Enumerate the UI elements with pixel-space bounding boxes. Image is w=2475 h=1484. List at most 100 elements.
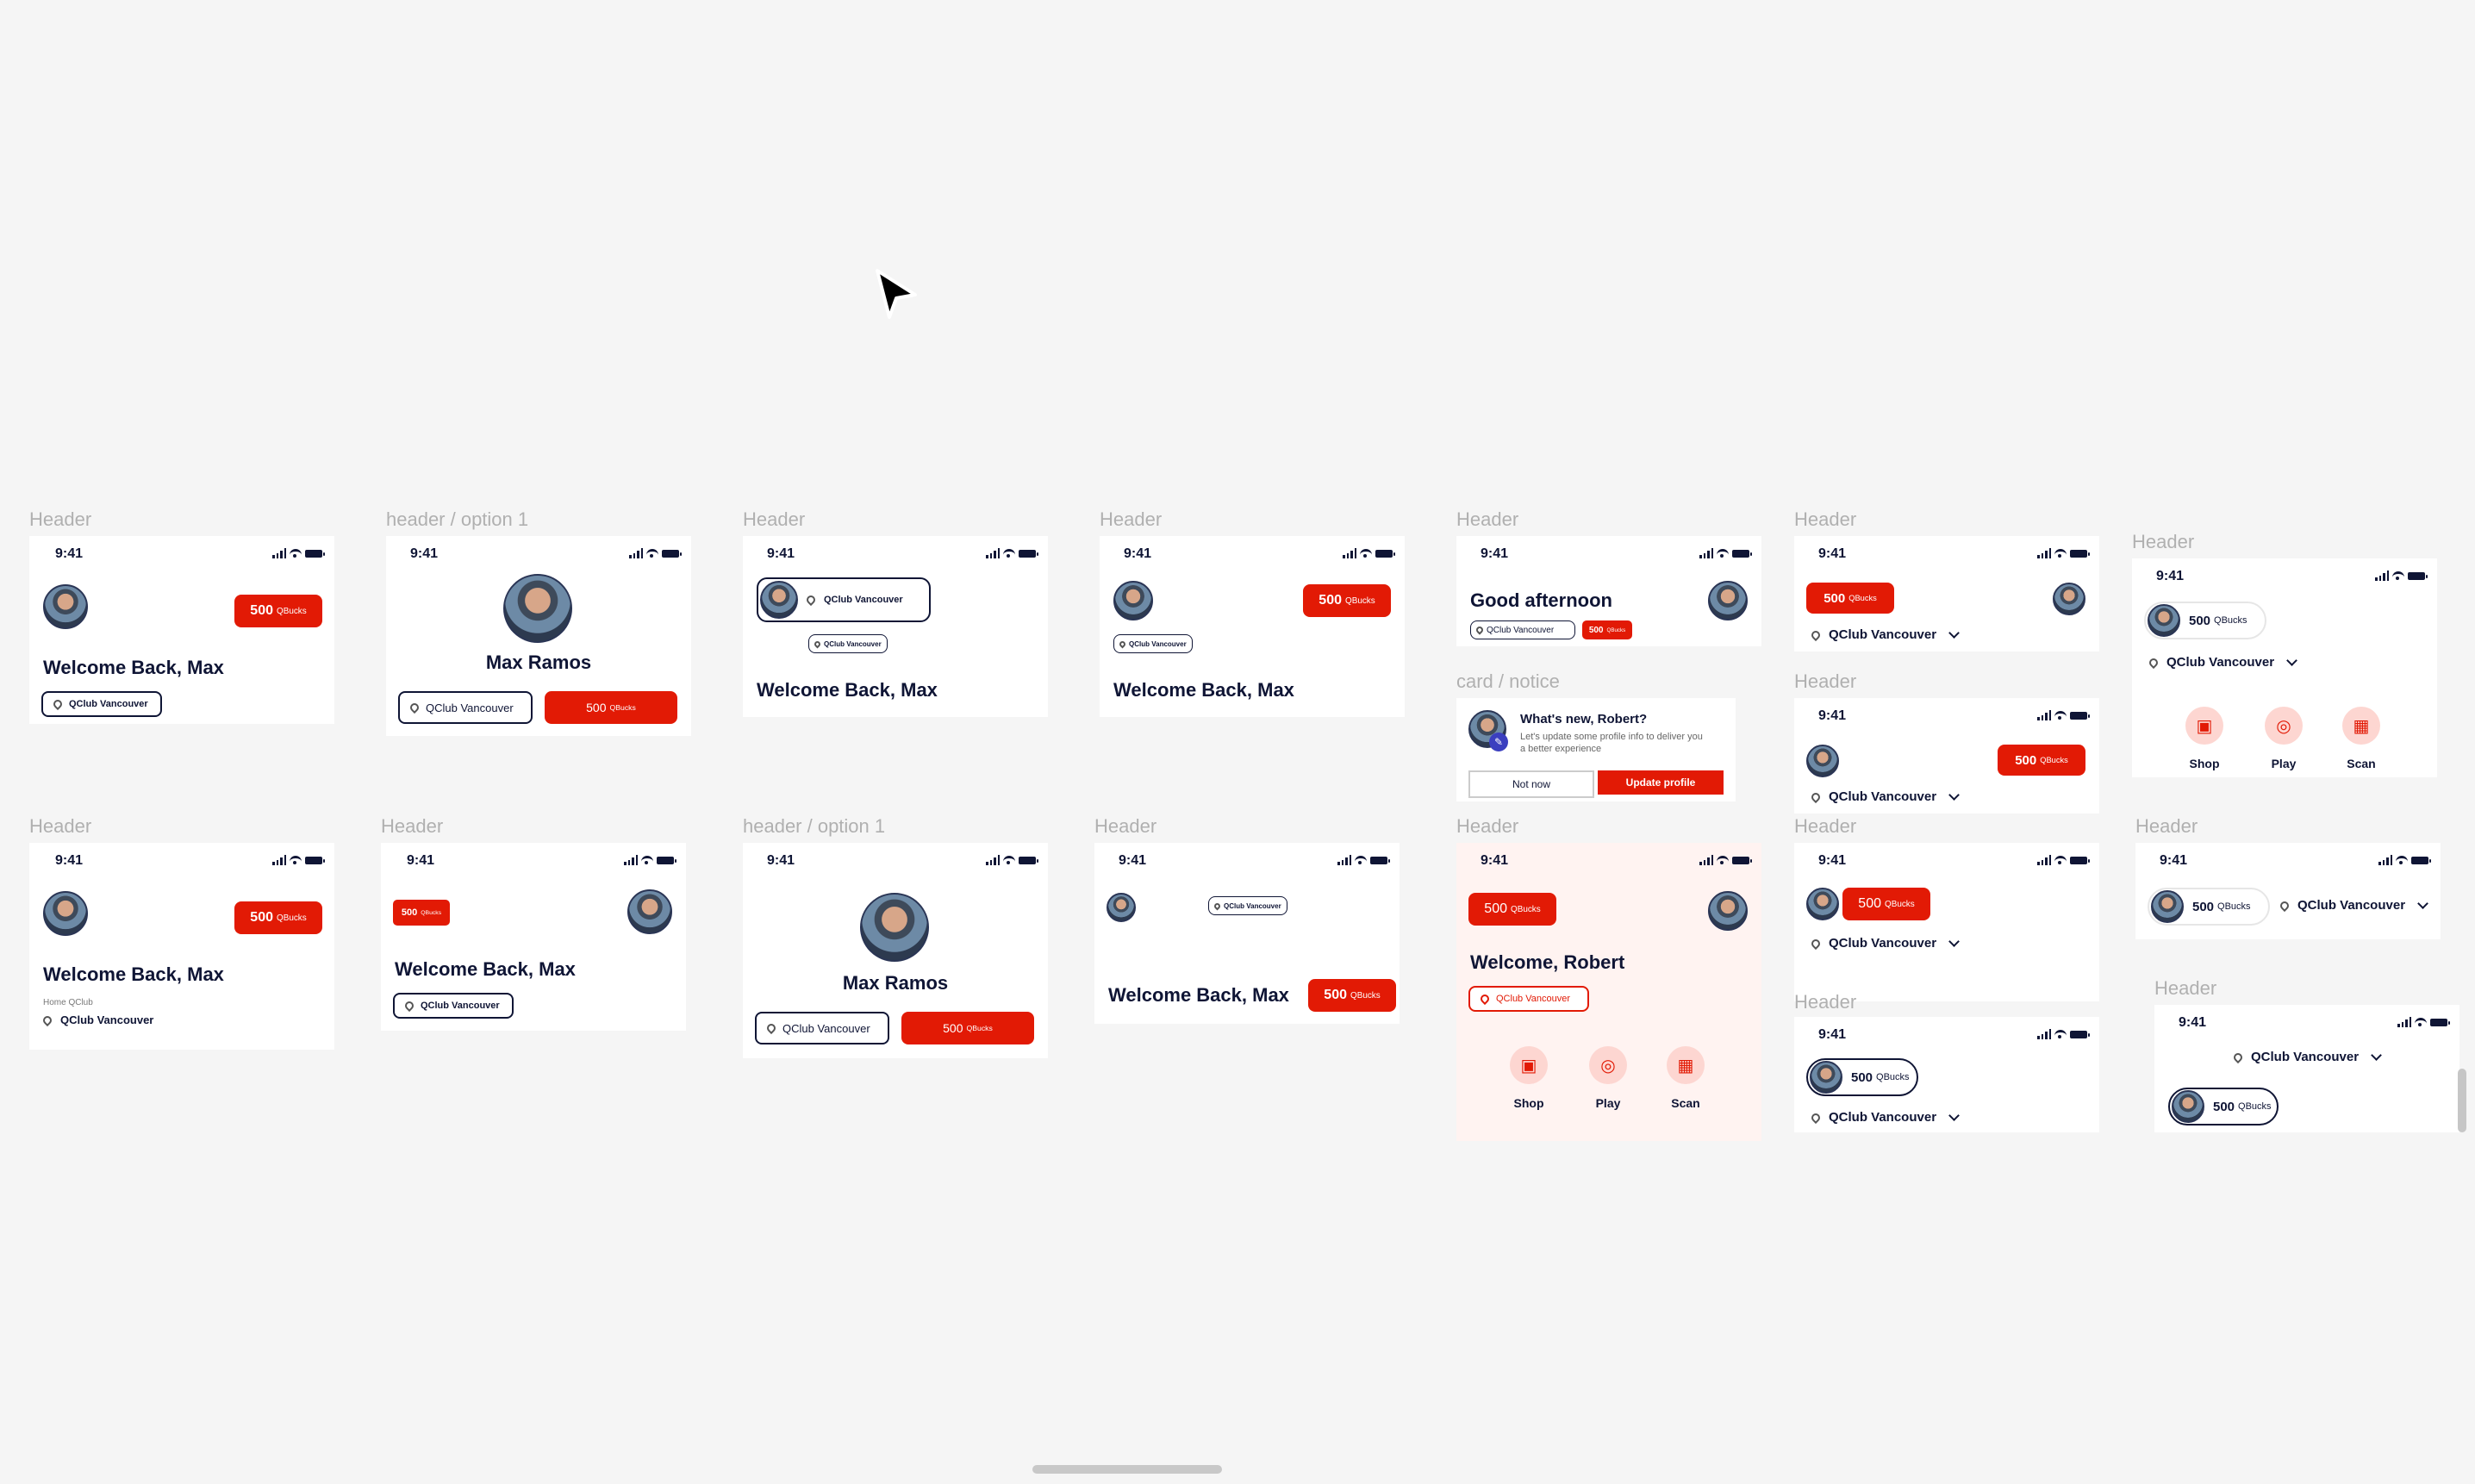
update-profile-button[interactable]: Update profile	[1598, 770, 1724, 795]
status-time: 9:41	[1818, 1027, 1847, 1042]
avatar[interactable]	[860, 893, 929, 962]
avatar[interactable]	[1806, 888, 1839, 920]
avatar[interactable]	[1113, 581, 1153, 620]
location-selector[interactable]: QClub Vancouver	[1809, 789, 1960, 804]
status-icons	[624, 855, 676, 865]
location-pin-icon	[1809, 628, 1823, 641]
cursor-arrow-icon	[876, 269, 917, 319]
frame-label: card / notice	[1456, 670, 1560, 692]
scan-action[interactable]: ▦ Scan	[1667, 1046, 1705, 1110]
avatar	[2151, 890, 2184, 923]
welcome-title: Welcome Back, Max	[395, 958, 576, 980]
qbucks-amount: 500	[2015, 752, 2037, 768]
location-chip[interactable]: QClub Vancouver	[1208, 896, 1287, 915]
chevron-down-icon	[2417, 897, 2428, 909]
horizontal-scrollbar[interactable]	[1032, 1465, 1222, 1474]
shop-bag-icon: ▣	[2185, 707, 2223, 745]
location-pin-icon	[51, 697, 65, 711]
frame-label: Header	[1456, 815, 1519, 837]
avatar[interactable]	[1107, 893, 1136, 922]
qbucks-button[interactable]: 500 QBucks	[234, 595, 322, 627]
location-selector[interactable]: QClub Vancouver	[1809, 1109, 1960, 1125]
greeting-title: Good afternoon	[1470, 589, 1612, 611]
shop-action[interactable]: ▣ Shop	[1510, 1046, 1548, 1110]
avatar	[1810, 1061, 1842, 1094]
location-selector[interactable]: QClub Vancouver	[2147, 654, 2297, 670]
shop-action[interactable]: ▣ Shop	[2185, 707, 2223, 770]
location-chip[interactable]: QClub Vancouver	[755, 1012, 889, 1044]
avatar[interactable]	[43, 891, 88, 936]
status-icons	[2375, 571, 2428, 581]
avatar[interactable]	[627, 889, 672, 934]
location-name: QClub Vancouver	[2251, 1050, 2360, 1064]
qbucks-amount: 500	[1484, 901, 1507, 916]
not-now-button[interactable]: Not now	[1468, 770, 1594, 798]
location-selector[interactable]: QClub Vancouver	[1809, 627, 1960, 642]
location-selector[interactable]: QClub Vancouver	[1809, 935, 1960, 951]
status-icons	[2397, 1017, 2450, 1027]
qbucks-button[interactable]: 500 QBucks	[234, 901, 322, 934]
qbucks-button[interactable]: 500 QBucks	[393, 900, 450, 926]
qbucks-amount: 500	[250, 910, 273, 925]
status-time: 9:41	[410, 546, 439, 561]
qbucks-unit: QBucks	[2217, 901, 2251, 912]
status-icons	[2037, 855, 2090, 865]
location-pin-icon	[1213, 901, 1222, 910]
scan-action[interactable]: ▦ Scan	[2342, 707, 2380, 770]
qbucks-button[interactable]: 500 QBucks	[1842, 888, 1930, 920]
location-pin-icon	[2278, 899, 2291, 912]
scan-label: Scan	[2347, 757, 2376, 770]
status-icons	[1699, 855, 1752, 865]
location-chip[interactable]: QClub Vancouver	[1468, 986, 1589, 1012]
location-pin-icon	[1809, 790, 1823, 803]
location-selector[interactable]: QClub Vancouver	[2231, 1049, 2382, 1064]
location-chip[interactable]: QClub Vancouver	[1113, 634, 1193, 653]
header-frame: 9:41 500 QBucks QClub Vancouver	[1794, 698, 2099, 814]
gamepad-icon: ◎	[2265, 707, 2303, 745]
welcome-title: Welcome Back, Max	[1108, 984, 1289, 1006]
gamepad-icon: ◎	[1589, 1046, 1627, 1084]
qbucks-button[interactable]: 500 QBucks	[1998, 745, 2085, 776]
qbucks-button[interactable]: 500 QBucks	[545, 691, 677, 724]
location-pin-icon	[2231, 1051, 2245, 1063]
status-time: 9:41	[407, 853, 435, 868]
location-name: QClub Vancouver	[1829, 789, 1937, 804]
qbucks-button[interactable]: 500 QBucks	[1303, 584, 1391, 617]
qbucks-button[interactable]: 500 QBucks	[1468, 893, 1556, 926]
qbucks-selector[interactable]: 500 QBucks	[2144, 602, 2266, 639]
qbucks-button[interactable]: 500 QBucks	[1582, 620, 1632, 639]
qbucks-unit: QBucks	[609, 703, 636, 712]
vertical-scrollbar[interactable]	[2458, 1069, 2466, 1132]
avatar[interactable]	[1708, 581, 1748, 620]
location-pin-icon	[41, 1013, 54, 1026]
home-qclub-label: Home QClub	[43, 998, 93, 1007]
qbucks-selector[interactable]: 500 QBucks	[2168, 1088, 2279, 1125]
location-chip[interactable]: QClub Vancouver	[1470, 620, 1575, 639]
location-name: QClub Vancouver	[824, 639, 882, 648]
play-action[interactable]: ◎ Play	[1589, 1046, 1627, 1110]
status-icons	[1699, 548, 1752, 558]
header-frame: 9:41 Max Ramos QClub Vancouver 500 QBucks	[743, 843, 1048, 1058]
location-selector[interactable]: QClub Vancouver	[41, 1013, 153, 1026]
location-chip[interactable]: QClub Vancouver	[808, 634, 888, 653]
play-action[interactable]: ◎ Play	[2265, 707, 2303, 770]
qbucks-button[interactable]: 500 QBucks	[1806, 583, 1894, 614]
location-chip[interactable]: QClub Vancouver	[398, 691, 533, 724]
avatar[interactable]	[43, 584, 88, 629]
qbucks-button[interactable]: 500 QBucks	[901, 1012, 1034, 1044]
chevron-down-icon	[2286, 654, 2297, 666]
status-icons	[272, 548, 325, 558]
qbucks-selector[interactable]: 500 QBucks	[2148, 888, 2270, 926]
location-selector[interactable]: QClub Vancouver	[757, 577, 931, 622]
location-selector[interactable]: QClub Vancouver	[2278, 897, 2428, 913]
location-chip[interactable]: QClub Vancouver	[393, 993, 514, 1019]
avatar[interactable]	[1708, 891, 1748, 931]
qbucks-selector[interactable]: 500 QBucks	[1806, 1058, 1918, 1096]
location-chip[interactable]: QClub Vancouver	[41, 691, 162, 717]
avatar[interactable]	[503, 574, 572, 643]
qbucks-button[interactable]: 500 QBucks	[1308, 979, 1396, 1012]
header-frame: 9:41 500 QBucks QClub Vancouver	[1794, 1017, 2099, 1132]
avatar[interactable]	[2053, 583, 2085, 615]
avatar[interactable]	[1806, 745, 1839, 777]
full-name: Max Ramos	[485, 652, 592, 673]
